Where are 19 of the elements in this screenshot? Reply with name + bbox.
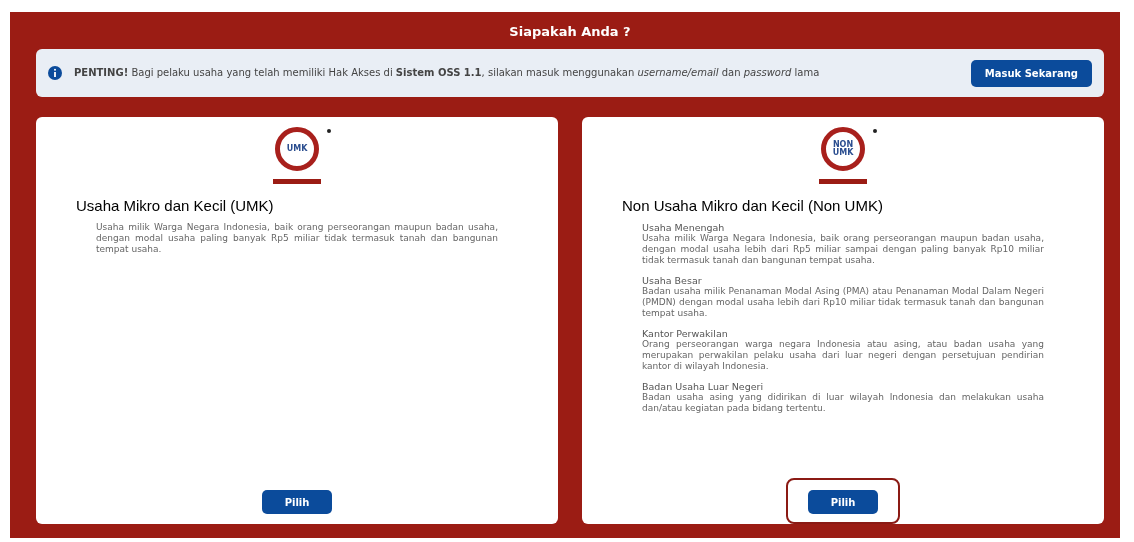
choose-button[interactable]: Pilih: [262, 490, 332, 514]
info-icon: [48, 66, 62, 80]
description-text: Usaha milik Warga Negara Indonesia, baik orang perseorangan maupun badan usaha, dengan modal usaha paling banyak Rp5 miliar tidak termasuk tanah dan bangunan tempat usaha.: [96, 222, 498, 255]
description-text: Orang perseorangan warga negara Indonesia atau asing, atau badan usaha yang merupakan perwakilan pelaku usaha dari luar negeri dengan persetujuan pendirian kantor di wilayah Indonesia.: [642, 339, 1044, 372]
section-heading: Usaha Besar: [642, 275, 703, 286]
section-heading: Kantor Perwakilan: [642, 328, 729, 339]
logo-text: UMK: [285, 145, 309, 153]
section-heading: Badan Usaha Luar Negeri: [642, 381, 765, 392]
login-button[interactable]: Masuk Sekarang: [970, 59, 1092, 87]
choose-button[interactable]: Pilih: [808, 490, 878, 514]
notice-text: PENTING! Bagi pelaku usaha yang telah memiliki Hak Akses di Sistem OSS 1.1, silakan masuk menggunakan username/email dan password lama: [74, 66, 821, 80]
card-title: Non Usaha Mikro dan Kecil (Non UMK): [622, 197, 883, 214]
page-title: Siapakah Anda ?: [508, 24, 632, 39]
description-text: Usaha milik Warga Negara Indonesia, baik orang perseorangan maupun badan usaha, dengan modal usaha lebih dari Rp5 miliar sampai dengan paling banyak Rp10 miliar tidak termasuk tanah dan bangunan tempat usaha.: [642, 233, 1044, 266]
description-text: Badan usaha asing yang didirikan di luar wilayah Indonesia dan melakukan usaha dan/atau kegiatan pada bidang tertentu.: [642, 392, 1044, 414]
logo-text: NON UMK: [831, 141, 855, 157]
section-heading: Usaha Menengah: [642, 222, 726, 233]
card-title: Usaha Mikro dan Kecil (UMK): [76, 197, 274, 214]
description-text: Badan usaha milik Penanaman Modal Asing (PMA) atau Penanaman Modal Dalam Negeri (PMDN) dengan modal usaha lebih dari Rp10 miliar tidak termasuk tanah dan bangunan tempat usaha.: [642, 286, 1044, 319]
